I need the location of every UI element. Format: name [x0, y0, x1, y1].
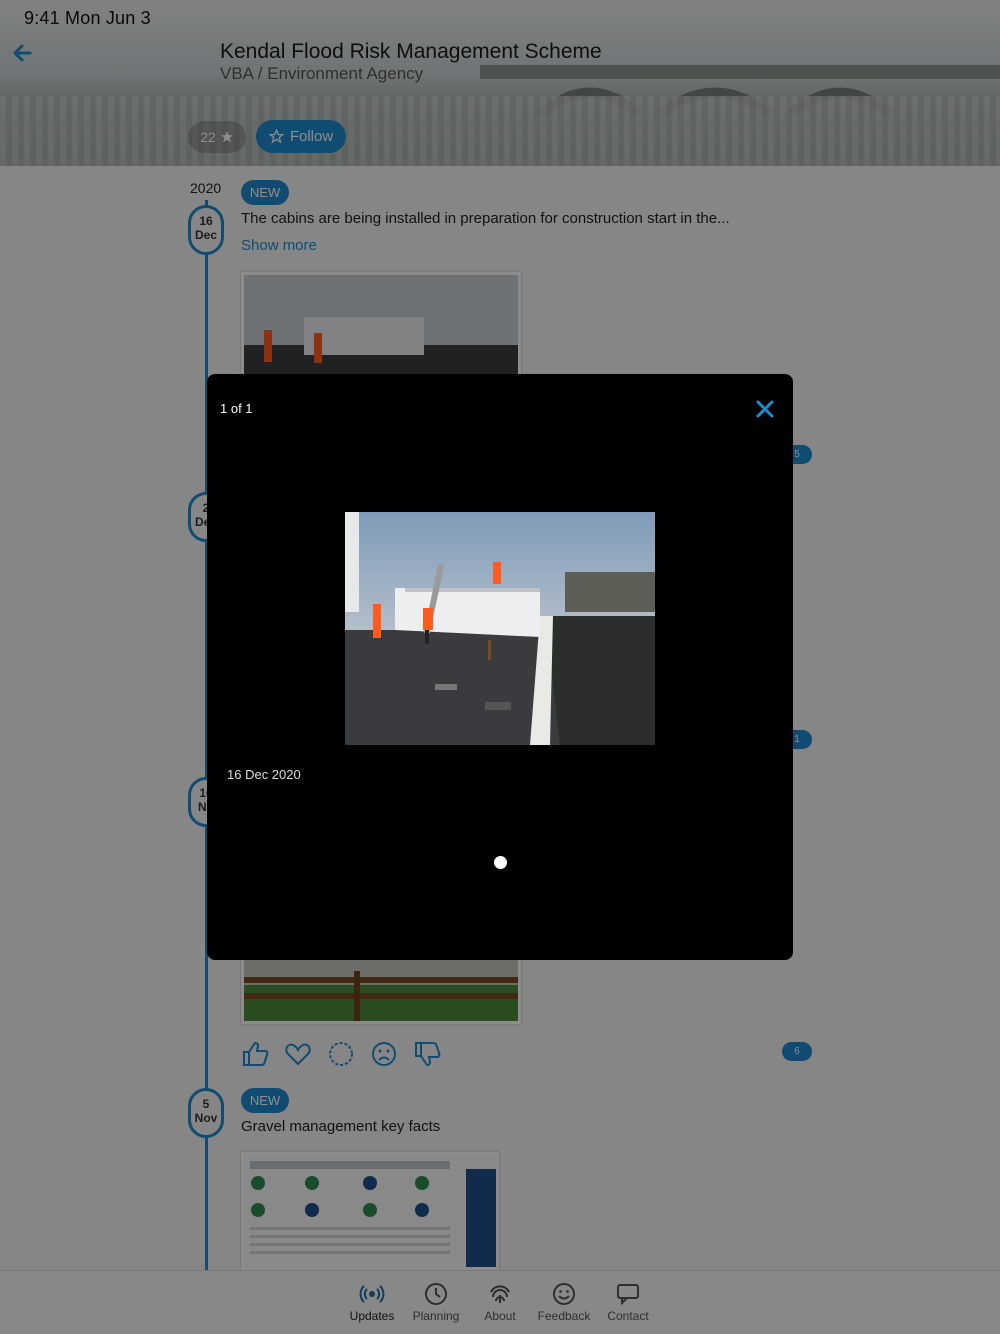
image-viewer-modal: 1 of 1 16 Dec 2020	[207, 374, 793, 960]
modal-photo[interactable]	[345, 512, 655, 745]
image-date: 16 Dec 2020	[227, 767, 301, 782]
image-counter: 1 of 1	[220, 401, 253, 416]
cabin-installation-photo	[345, 512, 655, 745]
page-indicator-dot[interactable]	[494, 856, 507, 869]
close-icon[interactable]	[755, 399, 775, 419]
tab-bar-dim	[0, 1270, 1000, 1334]
